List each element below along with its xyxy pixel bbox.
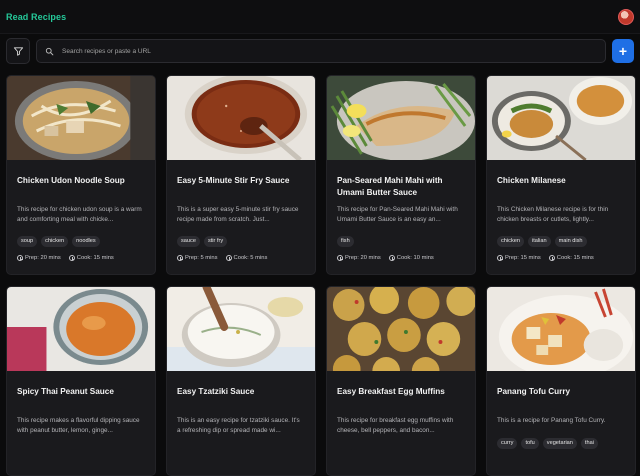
recipe-card[interactable]: Panang Tofu Curry This is a recipe for P… xyxy=(486,286,636,476)
search-input[interactable]: Search recipes or paste a URL xyxy=(36,39,606,63)
recipe-title: Easy 5-Minute Stir Fry Sauce xyxy=(177,176,290,185)
search-placeholder: Search recipes or paste a URL xyxy=(62,47,151,55)
recipe-title: Easy Tzatziki Sauce xyxy=(177,387,255,396)
add-recipe-button[interactable]: + xyxy=(612,39,634,63)
tag-list: chicken italian main dish xyxy=(497,236,625,247)
recipe-card[interactable]: Easy Breakfast Egg Muffins This recipe f… xyxy=(326,286,476,476)
clock-icon xyxy=(177,255,183,261)
tag-list: curry tofu vegetarian thai xyxy=(497,438,625,449)
tag[interactable]: noodles xyxy=(72,236,100,247)
tag[interactable]: chicken xyxy=(41,236,69,247)
clock-icon xyxy=(17,255,23,261)
cook-time: Cook: 10 mins xyxy=(396,255,434,261)
recipe-card[interactable]: Chicken Udon Noodle Soup This recipe for… xyxy=(6,75,156,275)
recipe-image xyxy=(327,76,475,161)
avatar[interactable] xyxy=(618,8,634,25)
filter-icon xyxy=(13,46,23,56)
filter-button[interactable] xyxy=(6,38,30,64)
recipe-description: This is a super easy 5-minute stir fry s… xyxy=(177,206,299,223)
prep-time: Prep: 5 mins xyxy=(185,255,218,261)
tag[interactable]: curry xyxy=(497,438,518,449)
recipe-card[interactable]: Chicken Milanese This Chicken Milanese r… xyxy=(486,75,636,275)
recipe-image xyxy=(487,76,635,162)
tag-list: soup chicken noodles xyxy=(17,236,145,247)
tag[interactable]: italian xyxy=(527,236,551,247)
recipe-image xyxy=(327,287,475,385)
recipe-times: Prep: 20 mins Cook: 15 mins xyxy=(17,255,145,261)
recipe-title: Chicken Udon Noodle Soup xyxy=(17,176,125,185)
clock-icon xyxy=(337,255,343,261)
tag[interactable]: soup xyxy=(17,236,38,247)
recipe-title: Easy Breakfast Egg Muffins xyxy=(337,387,445,396)
cook-time: Cook: 5 mins xyxy=(233,255,268,261)
cook-time: Cook: 15 mins xyxy=(556,255,594,261)
tag[interactable]: chicken xyxy=(497,236,524,247)
app-title[interactable]: Read Recipes xyxy=(6,12,66,22)
recipe-title: Spicy Thai Peanut Sauce xyxy=(17,387,114,396)
recipe-description: This recipe makes a flavorful dipping sa… xyxy=(17,417,140,434)
recipe-description: This is a recipe for Panang Tofu Curry. xyxy=(497,417,606,424)
recipe-image xyxy=(167,287,315,371)
recipe-image xyxy=(167,76,315,162)
recipe-title: Chicken Milanese xyxy=(497,176,566,185)
clock-icon xyxy=(497,255,503,261)
recipe-image xyxy=(7,287,155,371)
search-row: Search recipes or paste a URL + xyxy=(6,38,634,64)
recipe-description: This recipe for chicken udon soup is a w… xyxy=(17,206,142,223)
tag[interactable]: sauce xyxy=(177,236,200,247)
recipe-card[interactable]: Spicy Thai Peanut Sauce This recipe make… xyxy=(6,286,156,476)
recipe-description: This is an easy recipe for tzatziki sauc… xyxy=(177,417,300,434)
tag[interactable]: stir fry xyxy=(203,236,228,247)
top-bar: Read Recipes xyxy=(0,0,640,34)
recipe-title: Panang Tofu Curry xyxy=(497,387,571,396)
tag[interactable]: main dish xyxy=(554,236,587,247)
recipe-description: This Chicken Milanese recipe is for thin… xyxy=(497,206,609,223)
clock-icon xyxy=(225,255,232,261)
plus-icon: + xyxy=(618,43,628,59)
tag[interactable]: tofu xyxy=(521,438,539,449)
tag-list: sauce stir fry xyxy=(177,236,305,247)
recipe-image xyxy=(487,287,635,379)
clock-icon xyxy=(388,255,395,261)
tag[interactable]: thai xyxy=(580,438,598,449)
recipe-times: Prep: 20 mins Cook: 10 mins xyxy=(337,255,465,261)
recipe-times: Prep: 5 mins Cook: 5 mins xyxy=(177,255,305,261)
clock-icon xyxy=(548,255,555,261)
prep-time: Prep: 20 mins xyxy=(25,255,61,261)
tag[interactable]: fish xyxy=(337,236,354,247)
search-icon xyxy=(45,47,54,55)
clock-icon xyxy=(68,255,75,261)
prep-time: Prep: 20 mins xyxy=(345,255,381,261)
prep-time: Prep: 15 mins xyxy=(505,255,541,261)
cook-time: Cook: 15 mins xyxy=(76,255,114,261)
recipe-description: This recipe for breakfast egg muffins wi… xyxy=(337,417,454,434)
recipe-description: This recipe for Pan-Seared Mahi Mahi wit… xyxy=(337,206,458,223)
recipe-card[interactable]: Easy Tzatziki Sauce This is an easy reci… xyxy=(166,286,316,476)
tag-list: fish xyxy=(337,236,465,247)
recipe-times: Prep: 15 mins Cook: 15 mins xyxy=(497,255,625,261)
tag[interactable]: vegetarian xyxy=(542,438,577,449)
recipe-image xyxy=(7,76,155,161)
recipe-title: Pan-Seared Mahi Mahi with Umami Butter S… xyxy=(337,176,443,197)
recipe-card[interactable]: Pan-Seared Mahi Mahi with Umami Butter S… xyxy=(326,75,476,275)
recipe-card[interactable]: Easy 5-Minute Stir Fry Sauce This is a s… xyxy=(166,75,316,275)
